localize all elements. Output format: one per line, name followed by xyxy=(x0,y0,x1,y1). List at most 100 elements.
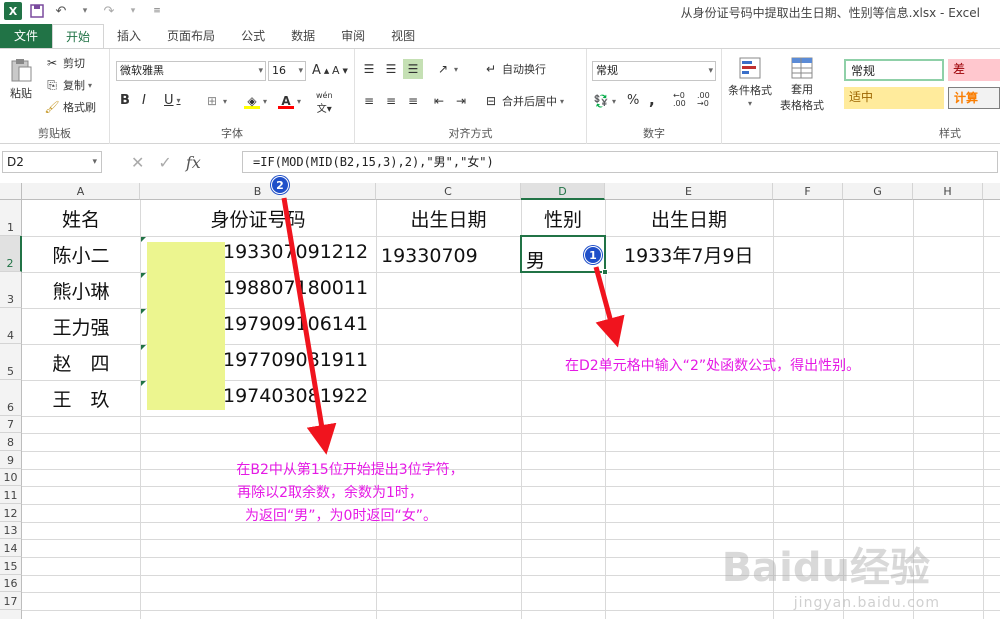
annotation-note-1: 在D2单元格中输入“2”处函数公式，得出性别。 xyxy=(565,358,861,374)
redo-dropdown-icon[interactable]: ▾ xyxy=(124,2,142,20)
ribbon: 粘贴 ✂ 剪切 ⎘ 复制 ▾ 🖌 格式刷 剪贴板 微软雅黑 ▾ 16 ▾ A ▲ A ▼ B I… xyxy=(0,48,1000,144)
decrease-indent-button[interactable]: ⇤ xyxy=(431,93,447,109)
style-neutral[interactable]: 适中 xyxy=(844,87,944,109)
tab-view[interactable]: 视图 xyxy=(378,24,428,48)
styles-group-label: 样式 xyxy=(939,127,961,140)
align-right-icon: ≡ xyxy=(407,94,419,108)
underline-button[interactable]: U ▾ xyxy=(164,93,181,108)
chevron-down-icon: ▾ xyxy=(708,66,713,76)
undo-dropdown-icon[interactable]: ▾ xyxy=(76,2,94,20)
alignment-group-label: 对齐方式 xyxy=(448,127,493,140)
decrease-indent-icon: ⇤ xyxy=(433,94,445,108)
align-center-button[interactable]: ≡ xyxy=(383,93,399,109)
accounting-format-button[interactable]: 💱 ▾ xyxy=(593,93,617,109)
save-icon[interactable] xyxy=(28,2,46,20)
shrink-font-icon: A xyxy=(332,64,340,77)
font-group-label: 字体 xyxy=(221,127,243,140)
comma-button[interactable]: , xyxy=(649,91,655,109)
formula-input[interactable]: =IF(MOD(MID(B2,15,3),2),"男","女") xyxy=(242,151,998,173)
align-right-button[interactable]: ≡ xyxy=(405,93,421,109)
number-format-select[interactable]: 常规 ▾ xyxy=(592,61,716,81)
cancel-icon[interactable]: ✕ xyxy=(131,153,144,172)
alignment-group: ☰ ☰ ☰ ↗ ▾ ↵ 自动换行 ≡ ≡ ≡ ⇤ ⇥ ⊟ 合并后居中 ▾ 对齐方式 xyxy=(355,49,587,144)
merge-center-button[interactable]: ⊟ 合并后居中 ▾ xyxy=(483,93,564,109)
window-title: 从身份证号码中提取出生日期、性别等信息.xlsx - Excel xyxy=(680,6,980,20)
fill-color-button[interactable]: ◈ ▾ xyxy=(244,93,267,109)
clipboard-group: 粘贴 ✂ 剪切 ⎘ 复制 ▾ 🖌 格式刷 剪贴板 xyxy=(0,49,110,144)
arrow-to-note-2 xyxy=(281,197,337,455)
paste-button[interactable]: 粘贴 xyxy=(8,57,34,101)
phonetic-button[interactable]: wén 文▾ xyxy=(316,91,333,115)
style-bad[interactable]: 差 xyxy=(948,59,1000,81)
phonetic-icon: wén xyxy=(316,91,333,100)
tab-formulas[interactable]: 公式 xyxy=(228,24,278,48)
conditional-format-button[interactable]: 条件格式 ▾ xyxy=(728,55,772,108)
undo-icon[interactable]: ↶ xyxy=(52,2,70,20)
annotation-note-2-line3: 为返回“男”，为0时返回“女”。 xyxy=(245,508,437,524)
chevron-down-icon: ▾ xyxy=(92,157,97,167)
formula-buttons: ✕ ✓ fx xyxy=(125,151,240,173)
orientation-icon: ↗ xyxy=(437,62,449,76)
tab-file[interactable]: 文件 xyxy=(0,24,53,48)
font-size-select[interactable]: 16 ▾ xyxy=(268,61,306,81)
tab-data[interactable]: 数据 xyxy=(278,24,328,48)
font-color-button[interactable]: A ▾ xyxy=(278,93,301,109)
insert-function-icon[interactable]: fx xyxy=(186,153,201,172)
align-middle-icon: ☰ xyxy=(385,62,397,76)
copy-button[interactable]: ⎘ 复制 ▾ xyxy=(44,77,92,93)
format-painter-button[interactable]: 🖌 格式刷 xyxy=(44,99,96,115)
orientation-button[interactable]: ↗ ▾ xyxy=(435,61,458,77)
grow-font-button[interactable]: A ▲ xyxy=(312,63,329,78)
tab-home[interactable]: 开始 xyxy=(52,24,105,48)
middle-align-button[interactable]: ☰ xyxy=(383,61,399,77)
style-calculation[interactable]: 计算 xyxy=(948,87,1000,109)
customize-qat-icon[interactable]: ≡ xyxy=(148,2,166,20)
percent-icon: % xyxy=(627,93,640,108)
align-left-button[interactable]: ≡ xyxy=(361,93,377,109)
top-align-button[interactable]: ☰ xyxy=(361,61,377,77)
tab-insert[interactable]: 插入 xyxy=(104,24,154,48)
ribbon-tabs: 文件 开始 插入 页面布局 公式 数据 审阅 视图 xyxy=(0,24,1000,48)
watermark-logo: Baidu经验 xyxy=(721,545,930,591)
redo-icon[interactable]: ↷ xyxy=(100,2,118,20)
excel-logo-icon: X xyxy=(4,2,22,20)
shrink-font-button[interactable]: A ▼ xyxy=(332,64,348,77)
format-as-table-label-1: 套用 xyxy=(791,83,813,96)
tab-review[interactable]: 审阅 xyxy=(328,24,378,48)
wrap-text-button[interactable]: ↵ 自动换行 xyxy=(483,61,546,77)
style-normal[interactable]: 常规 xyxy=(844,59,944,81)
italic-button[interactable]: I xyxy=(142,93,146,108)
conditional-format-icon xyxy=(739,57,761,79)
decrease-decimal-button[interactable]: .00 →0 xyxy=(697,92,710,108)
tab-page-layout[interactable]: 页面布局 xyxy=(154,24,228,48)
annotation-note-2-line2: 再除以2取余数，余数为1时， xyxy=(237,485,423,501)
borders-button[interactable]: ⊞ ▾ xyxy=(204,93,227,109)
percent-button[interactable]: % xyxy=(627,93,639,108)
border-icon: ⊞ xyxy=(206,94,218,108)
cut-button[interactable]: ✂ 剪切 xyxy=(44,55,85,71)
increase-decimal-button[interactable]: ←0.00 xyxy=(673,92,686,108)
align-center-icon: ≡ xyxy=(385,94,397,108)
conditional-format-label: 条件格式 xyxy=(728,84,772,97)
comma-icon: , xyxy=(649,91,655,109)
font-name-select[interactable]: 微软雅黑 ▾ xyxy=(116,61,266,81)
worksheet-grid[interactable]: A B C D E F G H 1 2 3 4 5 6 7 8 9 10 11 … xyxy=(0,176,1000,619)
annotation-note-2-line1: 在B2中从第15位开始提出3位字符， xyxy=(236,462,464,478)
align-top-icon: ☰ xyxy=(363,62,375,76)
excel-window: X ↶ ▾ ↷ ▾ ≡ 从身份证号码中提取出生日期、性别等信息.xlsx - E… xyxy=(0,0,1000,619)
fill-bucket-icon: ◈ xyxy=(244,93,260,109)
copy-label: 复制 xyxy=(63,79,85,92)
name-box-value: D2 xyxy=(7,155,24,169)
bold-button[interactable]: B xyxy=(120,93,130,108)
underline-icon: U xyxy=(164,93,174,108)
grow-font-icon: A xyxy=(312,63,321,78)
bottom-align-button[interactable]: ☰ xyxy=(403,59,423,79)
name-box[interactable]: D2 ▾ xyxy=(2,151,102,173)
enter-icon[interactable]: ✓ xyxy=(158,153,171,172)
align-left-icon: ≡ xyxy=(363,94,375,108)
step-badge-2: 2 xyxy=(271,176,289,194)
clipboard-group-label: 剪贴板 xyxy=(38,127,71,140)
increase-indent-button[interactable]: ⇥ xyxy=(453,93,469,109)
align-bottom-icon: ☰ xyxy=(407,62,419,76)
format-as-table-button[interactable]: 套用 表格格式 xyxy=(780,55,824,113)
